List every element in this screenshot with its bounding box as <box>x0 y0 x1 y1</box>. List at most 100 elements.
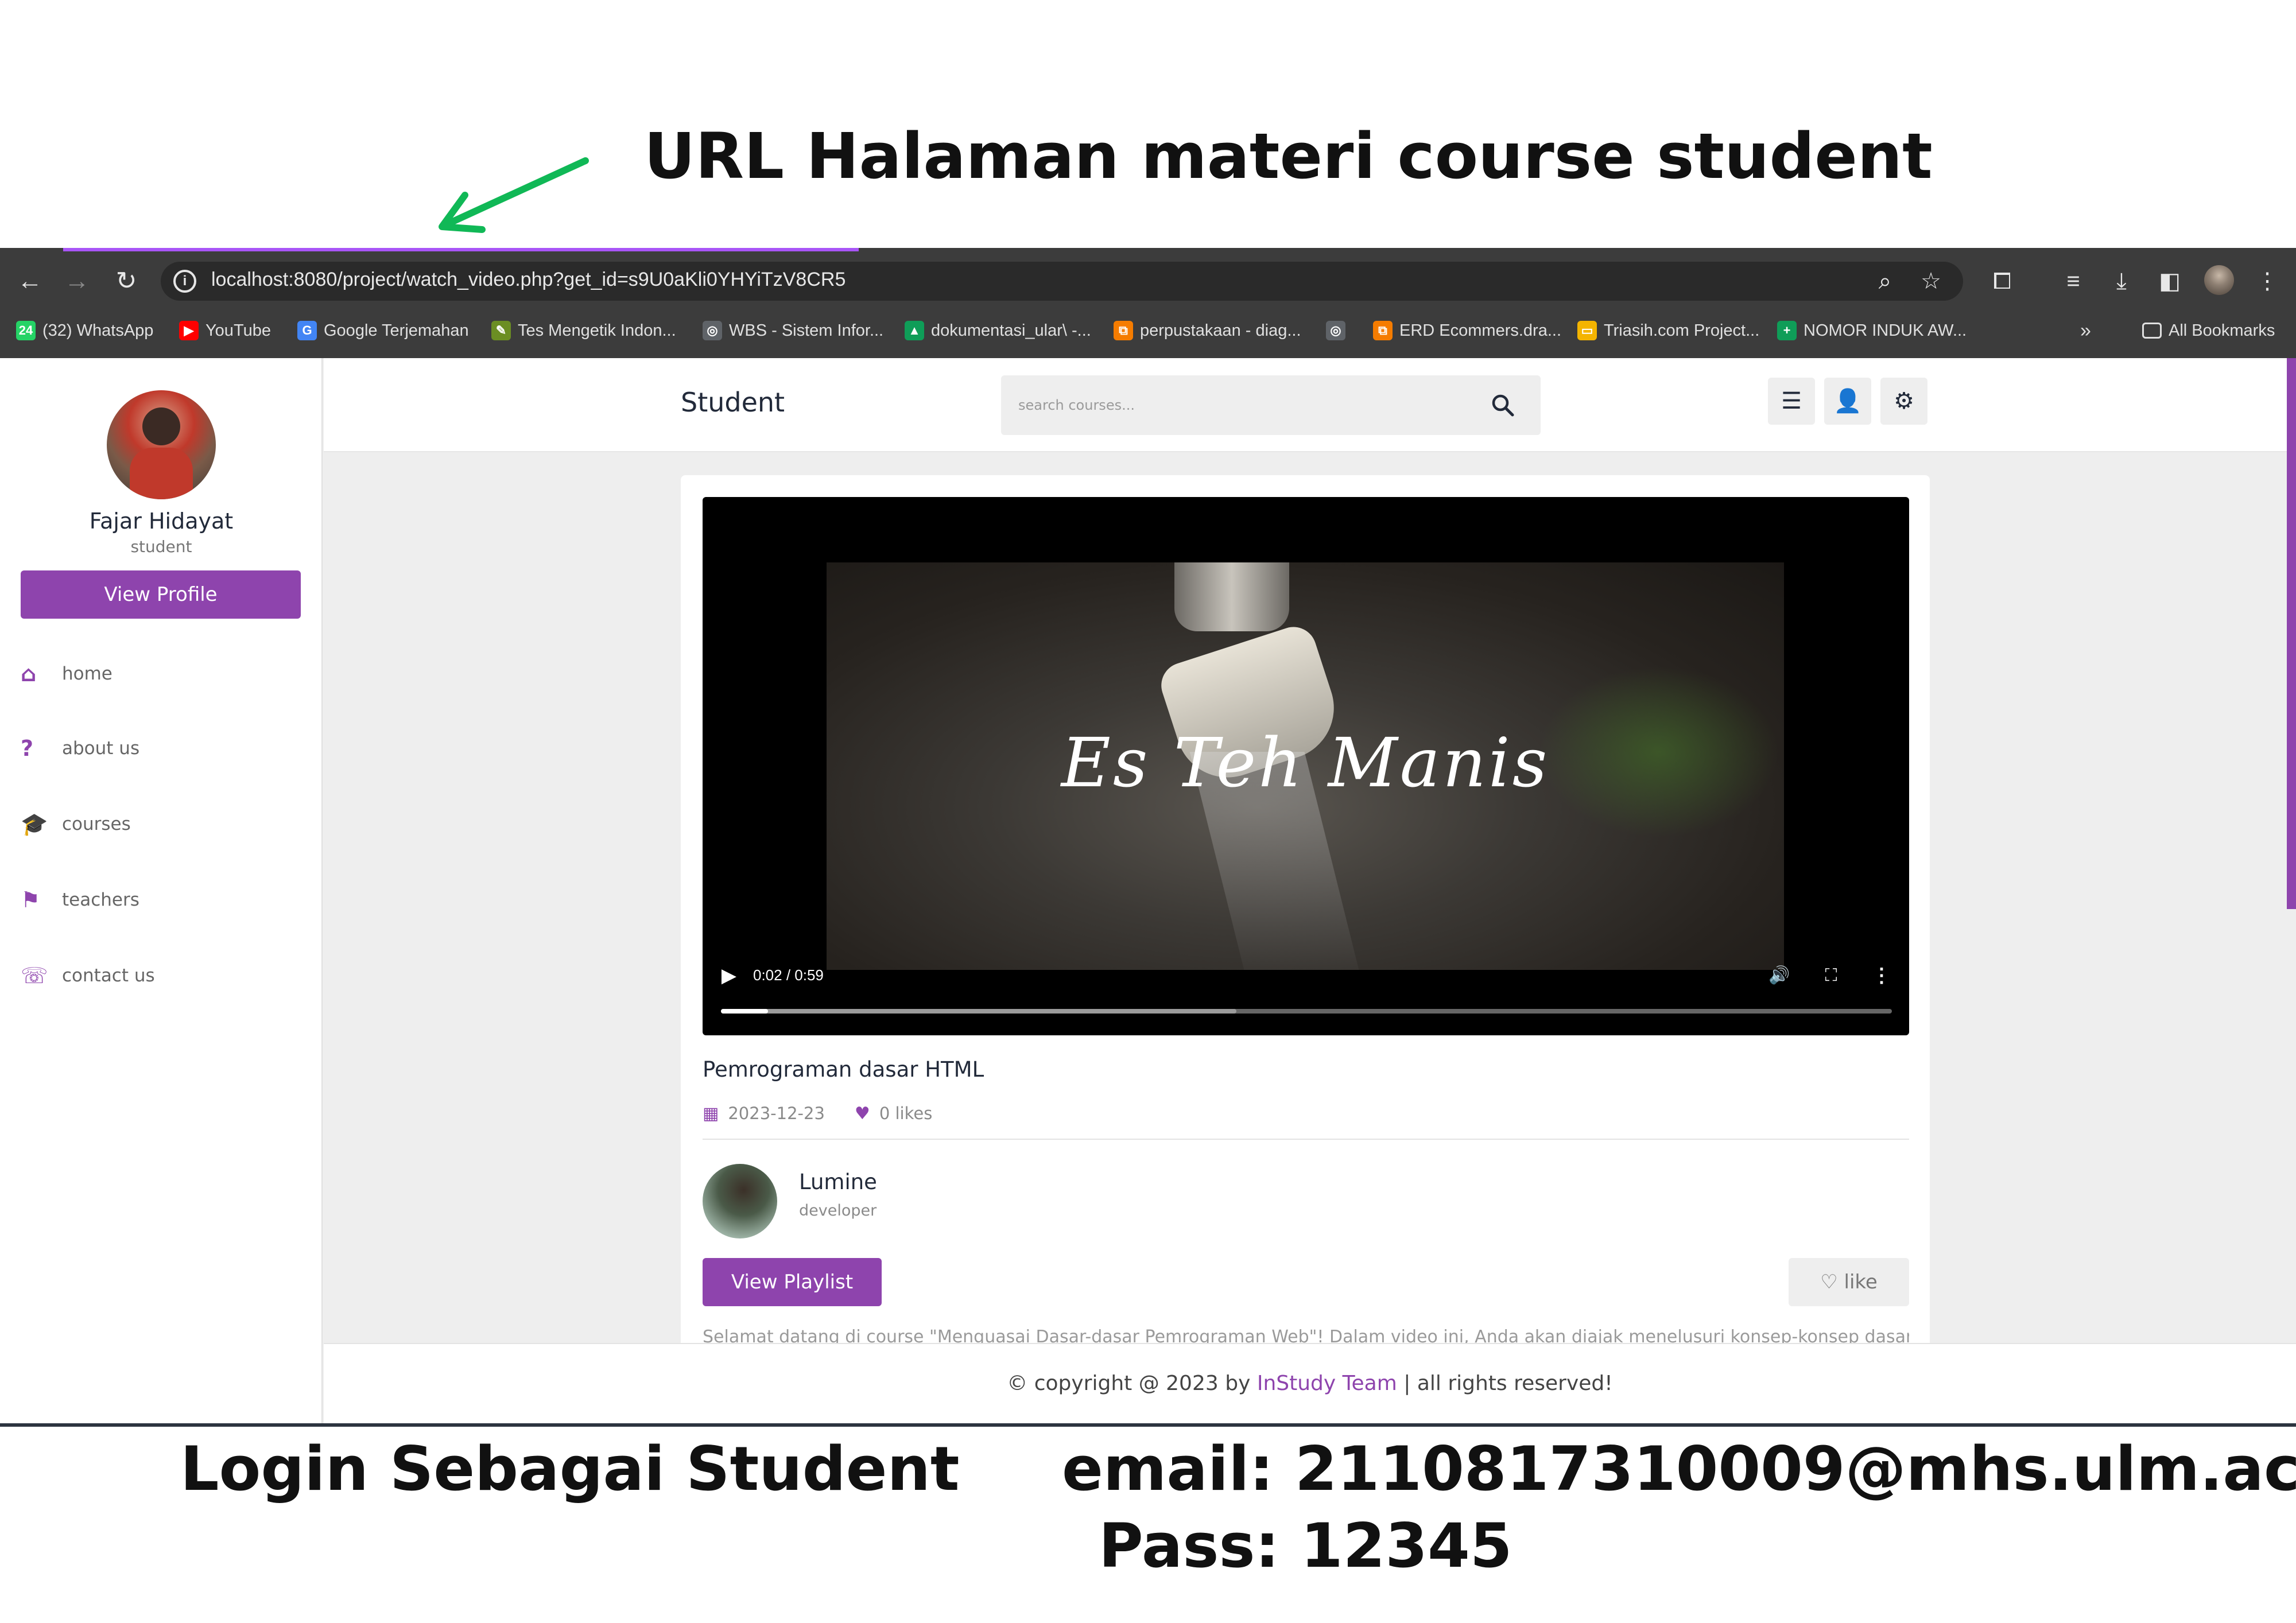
diagram-icon: ⧉ <box>1373 321 1393 340</box>
search-icon[interactable] <box>1490 393 1515 418</box>
bookmark-item[interactable]: + NOMOR INDUK AW... <box>1777 318 1967 343</box>
all-bookmarks-label: All Bookmarks <box>2169 321 2275 340</box>
headset-icon: ☏ <box>21 963 48 988</box>
video-player[interactable]: Es Teh Manis ▶ 0:02 / 0:59 🔊 ⛶ ⋮ <box>703 497 1909 1035</box>
profile-avatar[interactable] <box>2204 265 2234 295</box>
sidebar-item-courses[interactable]: 🎓 courses <box>21 807 131 841</box>
video-time: 0:02 / 0:59 <box>753 966 824 984</box>
bookmark-item[interactable]: G Google Terjemahan <box>297 318 469 343</box>
video-likes: 0 likes <box>879 1104 933 1123</box>
login-email: email: 2110817310009@mhs.ulm.ac.id <box>1062 1434 2296 1504</box>
browser-window: ← → ↻ i localhost:8080/project/watch_vid… <box>0 248 2296 1423</box>
folder-icon <box>2142 323 2162 339</box>
user-avatar <box>107 390 216 499</box>
youtube-icon: ▶ <box>179 321 199 340</box>
search-input[interactable] <box>1018 389 1466 421</box>
sidebar-item-label: teachers <box>62 890 139 910</box>
browser-menu-icon[interactable]: ⋮ <box>2251 265 2283 297</box>
bookmark-item[interactable]: ◎ <box>1326 318 1352 343</box>
bookmark-label: NOMOR INDUK AW... <box>1804 321 1967 340</box>
video-meta: ▦ 2023-12-23 ♥ 0 likes <box>703 1101 932 1126</box>
bookmark-item[interactable]: ▭ Triasih.com Project... <box>1577 318 1759 343</box>
bookmark-item[interactable]: ◎ WBS - Sistem Infor... <box>703 318 883 343</box>
sidebar-item-label: home <box>62 663 113 684</box>
view-profile-button[interactable]: View Profile <box>21 570 301 619</box>
page-title[interactable]: Student <box>681 387 785 418</box>
divider <box>703 1139 1909 1140</box>
play-icon[interactable]: ▶ <box>713 960 745 992</box>
bookmark-item[interactable]: ▶ YouTube <box>179 318 271 343</box>
sidebar-item-about-us[interactable]: ? about us <box>21 731 139 766</box>
page-content: Fajar Hidayat student View Profile ⌂ home… <box>0 358 2296 1423</box>
site-info-icon[interactable]: i <box>173 270 196 293</box>
annotation-arrow <box>439 157 589 233</box>
heart-icon: ♥ <box>854 1103 870 1124</box>
search-box <box>1001 375 1541 435</box>
home-icon: ⌂ <box>21 661 37 686</box>
media-queue-icon[interactable]: ≡ <box>2057 265 2089 297</box>
bookmark-item[interactable]: ✎ Tes Mengetik Indon... <box>491 318 676 343</box>
bookmark-label: YouTube <box>205 321 271 340</box>
sidebar-item-label: about us <box>62 738 140 759</box>
zoom-icon[interactable]: ⌕ <box>1871 267 1899 295</box>
extensions-icon[interactable]: ⧠ <box>1986 265 2018 297</box>
footer: © copyright @ 2023 by InStudy Team | all… <box>324 1343 2296 1423</box>
bookmark-item[interactable]: ⧉ perpustakaan - diag... <box>1114 318 1301 343</box>
side-panel-icon[interactable]: ◧ <box>2154 265 2186 297</box>
globe-icon: ◎ <box>703 321 722 340</box>
bookmark-star-icon[interactable]: ☆ <box>1917 267 1945 295</box>
tutor-avatar <box>703 1164 777 1238</box>
fullscreen-icon[interactable]: ⛶ <box>1815 960 1847 992</box>
heart-outline-icon: ♡ <box>1820 1271 1838 1294</box>
bookmark-item[interactable]: 24 (32) WhatsApp <box>16 318 153 343</box>
bookmark-item[interactable]: ⧉ ERD Ecommers.dra... <box>1373 318 1561 343</box>
graduation-cap-icon: 🎓 <box>21 811 48 837</box>
footer-team-link[interactable]: InStudy Team <box>1257 1372 1397 1395</box>
volume-icon[interactable]: 🔊 <box>1763 960 1795 992</box>
settings-button[interactable]: ⚙ <box>1880 378 1927 425</box>
reload-button[interactable]: ↻ <box>109 264 144 298</box>
teacher-icon: ⚑ <box>21 887 41 913</box>
page-scrollbar[interactable] <box>2287 358 2296 909</box>
header: Student ☰ 👤 ⚙ <box>324 358 2296 452</box>
question-icon: ? <box>21 736 34 761</box>
google-translate-icon: G <box>297 321 317 340</box>
bookmark-label: WBS - Sistem Infor... <box>729 321 884 340</box>
bookmarks-bar: 24 (32) WhatsApp ▶ YouTube G Google Terjemaha… <box>0 310 2296 351</box>
like-button[interactable]: ♡ like <box>1789 1258 1909 1306</box>
bookmark-label: ERD Ecommers.dra... <box>1399 321 1561 340</box>
footer-rights: | all rights reserved! <box>1397 1372 1613 1395</box>
url-text[interactable]: localhost:8080/project/watch_video.php?g… <box>211 269 846 291</box>
video-buffer-fill <box>721 1009 1236 1014</box>
user-name: Fajar Hidayat <box>89 508 234 534</box>
whatsapp-icon: 24 <box>16 321 36 340</box>
calendar-icon: ▦ <box>703 1103 719 1124</box>
download-icon[interactable]: ⤓ <box>2105 265 2138 297</box>
forward-button[interactable]: → <box>60 264 94 298</box>
tutor-role: developer <box>799 1202 877 1220</box>
sidebar-item-home[interactable]: ⌂ home <box>21 657 113 691</box>
sidebar-item-teachers[interactable]: ⚑ teachers <box>21 883 139 917</box>
globe-icon: ◎ <box>1326 321 1345 340</box>
user-button[interactable]: 👤 <box>1824 378 1871 425</box>
sidebar-item-label: courses <box>62 814 131 834</box>
bookmark-label: Triasih.com Project... <box>1604 321 1760 340</box>
bookmark-item[interactable]: ▲ dokumentasi_ular\ -... <box>905 318 1091 343</box>
more-options-icon[interactable]: ⋮ <box>1865 960 1898 992</box>
sidebar-item-contact-us[interactable]: ☏ contact us <box>21 958 155 993</box>
address-bar[interactable]: i localhost:8080/project/watch_video.php… <box>161 262 1963 301</box>
footer-copyright: © copyright @ 2023 by <box>1007 1372 1257 1395</box>
view-playlist-button[interactable]: View Playlist <box>703 1258 882 1306</box>
back-button[interactable]: ← <box>13 264 47 298</box>
video-title: Pemrograman dasar HTML <box>703 1057 984 1082</box>
video-progress-bar[interactable] <box>721 1009 1892 1014</box>
all-bookmarks-button[interactable]: All Bookmarks <box>2142 318 2275 343</box>
login-label: Login Sebagai Student <box>180 1434 960 1504</box>
user-role: student <box>130 537 192 556</box>
more-bookmarks-icon[interactable]: » <box>2080 318 2091 343</box>
sidebar-item-label: contact us <box>62 965 155 986</box>
menu-button[interactable]: ☰ <box>1768 378 1815 425</box>
bookmark-label: (32) WhatsApp <box>42 321 154 340</box>
like-label: like <box>1844 1271 1878 1294</box>
bookmark-label: Tes Mengetik Indon... <box>518 321 676 340</box>
